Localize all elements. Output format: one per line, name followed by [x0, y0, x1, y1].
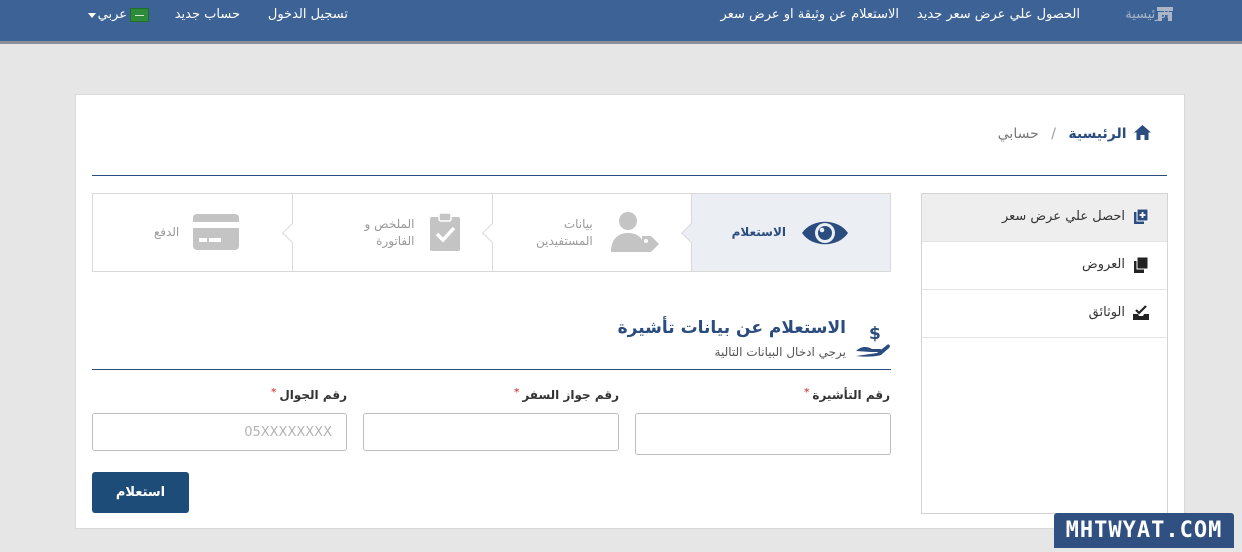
step-label: بيانات المستفيدين — [536, 216, 593, 250]
credit-card-icon — [193, 214, 239, 250]
user-tag-icon — [610, 212, 659, 252]
divider — [92, 369, 891, 370]
main-card: الرئيسية / حسابي احصل علي عرض سعر العروض… — [75, 94, 1185, 529]
sidebar-item-offers[interactable]: العروض — [922, 242, 1167, 290]
step-label: الدفع — [153, 225, 180, 239]
step-label-line2: المستفيدين — [536, 234, 593, 248]
step-inquiry[interactable]: الاستعلام — [680, 194, 890, 271]
visa-number-label-text: رقم التأشيرة — [812, 388, 890, 402]
breadcrumb-home[interactable]: الرئيسية — [1068, 126, 1126, 142]
sidebar-item-label: احصل علي عرض سعر — [1001, 209, 1125, 224]
step-beneficiaries[interactable]: بيانات المستفيدين — [481, 194, 691, 271]
step-label-line1: بيانات — [563, 217, 593, 231]
saudi-flag-icon — [130, 8, 149, 22]
nav-get-quote[interactable]: الحصول علي عرض سعر جديد — [917, 7, 1080, 22]
sidebar-item-label: الوثائق — [1088, 305, 1125, 320]
visa-number-input[interactable] — [635, 413, 891, 455]
chevron-down-icon[interactable] — [88, 13, 96, 18]
language-selector[interactable]: عربي — [98, 7, 127, 22]
visa-number-label: رقم التأشيرة* — [804, 387, 890, 402]
step-label: الاستعلام — [731, 225, 786, 239]
step-label-line1: الملخص و — [364, 217, 415, 231]
inbox-check-icon — [1133, 305, 1149, 320]
wizard-steps: الاستعلام بيانات المستفيدين الملخص و الفات… — [92, 193, 891, 272]
mobile-number-label-text: رقم الجوال — [279, 388, 347, 402]
breadcrumb-current: حسابي — [997, 126, 1039, 142]
required-mark: * — [514, 387, 520, 398]
sidebar-item-documents[interactable]: الوثائق — [922, 290, 1167, 338]
top-navbar: الرئيسية الحصول علي عرض سعر جديد الاستعل… — [0, 0, 1242, 44]
nav-inquiry[interactable]: الاستعلام عن وثيقة او عرض سعر — [721, 7, 899, 22]
sidebar: احصل علي عرض سعر العروض الوثائق — [921, 193, 1168, 514]
nav-login[interactable]: تسجيل الدخول — [268, 7, 348, 22]
watermark-logo: MHTWYAT.COM — [1054, 513, 1234, 548]
eye-icon — [801, 221, 848, 245]
breadcrumb-separator: / — [1051, 126, 1056, 142]
nav-home[interactable]: الرئيسية — [1125, 7, 1170, 22]
hand-dollar-icon: $ — [856, 324, 890, 357]
step-label-line2: الفاتورة — [376, 234, 415, 248]
step-payment[interactable]: الدفع — [93, 194, 292, 271]
section-title: الاستعلام عن بيانات تأشيرة — [617, 318, 846, 338]
required-mark: * — [271, 387, 277, 398]
passport-number-label-text: رقم جواز السفر — [522, 388, 619, 402]
home-icon — [1134, 125, 1151, 140]
step-label: الملخص و الفاتورة — [365, 216, 415, 250]
mobile-number-label: رقم الجوال* — [271, 387, 347, 402]
nav-new-account[interactable]: حساب جديد — [175, 7, 240, 22]
sidebar-item-label: العروض — [1081, 257, 1125, 272]
passport-number-label: رقم جواز السفر* — [514, 387, 619, 402]
section-subtitle: يرجي ادخال البيانات التالية — [714, 345, 846, 359]
mobile-number-input[interactable] — [92, 413, 347, 451]
svg-text:$: $ — [869, 324, 881, 344]
copy-icon — [1134, 257, 1149, 273]
passport-number-input[interactable] — [363, 413, 619, 451]
clipboard-check-icon — [430, 212, 461, 251]
add-copy-icon — [1134, 209, 1149, 224]
sidebar-item-get-quote[interactable]: احصل علي عرض سعر — [922, 194, 1167, 242]
step-summary-invoice[interactable]: الملخص و الفاتورة — [282, 194, 491, 271]
inquiry-submit-button[interactable]: استعلام — [92, 472, 189, 513]
divider — [92, 175, 1167, 176]
breadcrumb: الرئيسية / حسابي — [998, 125, 1151, 142]
required-mark: * — [804, 387, 810, 398]
